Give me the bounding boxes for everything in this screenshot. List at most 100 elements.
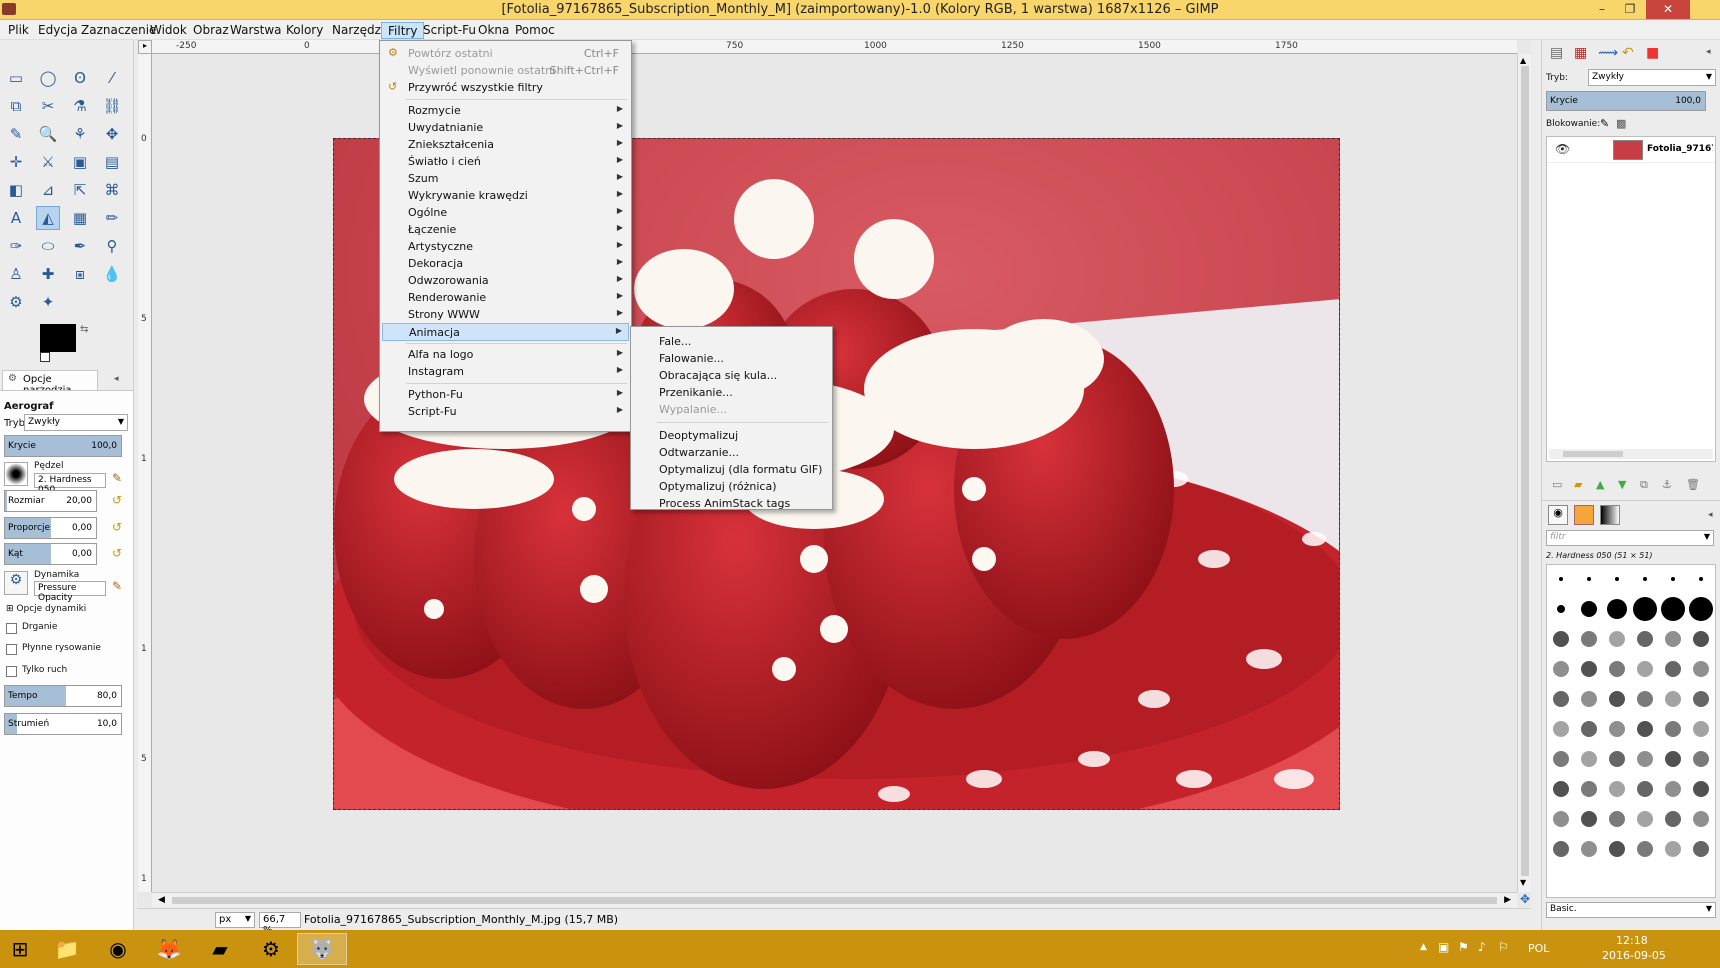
brush-thumbnail[interactable]: [1637, 631, 1653, 647]
close-button[interactable]: ✕: [1646, 0, 1690, 19]
delete-layer-icon[interactable]: 🗑: [1686, 478, 1700, 491]
tool-icon[interactable]: ♙: [4, 262, 28, 286]
brush-filter-input[interactable]: filtr ▼: [1546, 530, 1714, 546]
dynamics-options-expander[interactable]: ⊞ Opcje dynamiki: [6, 604, 86, 614]
tool-icon[interactable]: ✑: [4, 234, 28, 258]
tool-icon[interactable]: ⇱: [68, 178, 92, 202]
anim-item-optymalizuj-dla-formatu-gif[interactable]: Optymalizuj (dla formatu GIF): [633, 461, 830, 479]
brush-thumbnail[interactable]: [1581, 841, 1597, 857]
tool-icon[interactable]: ◯: [36, 66, 60, 90]
tool-icon[interactable]: ⚙: [4, 290, 28, 314]
unit-select[interactable]: px ▼: [215, 912, 255, 928]
scroll-left-icon[interactable]: ◀: [158, 895, 165, 905]
brush-thumbnail[interactable]: [1609, 661, 1625, 677]
vertical-scroll-thumb[interactable]: [1521, 66, 1529, 876]
layers-list[interactable]: 👁 Fotolia_9716786: [1546, 136, 1716, 462]
tool-icon[interactable]: ⚘: [68, 122, 92, 146]
eye-icon[interactable]: 👁: [1555, 142, 1570, 156]
brush-thumbnail[interactable]: [1633, 597, 1657, 621]
language-indicator[interactable]: POL: [1528, 942, 1549, 955]
filters-item-alfa-na-logo[interactable]: Alfa na logo ▶: [382, 346, 629, 364]
brush-thumbnail[interactable]: [1553, 781, 1569, 797]
maximize-button[interactable]: ❐: [1616, 0, 1644, 19]
background-color-swatch[interactable]: [40, 352, 50, 362]
brush-thumbnail[interactable]: [1665, 841, 1681, 857]
clock-time[interactable]: 12:18: [1616, 934, 1648, 947]
lower-layer-icon[interactable]: ▼: [1618, 478, 1626, 491]
configure-tab-icon[interactable]: ◂: [1708, 510, 1713, 520]
tool-icon[interactable]: ▣: [68, 150, 92, 174]
brush-thumbnail[interactable]: [1693, 721, 1709, 737]
brush-thumbnail[interactable]: [1559, 577, 1563, 581]
taskbar-app-icon[interactable]: 📁: [42, 933, 92, 965]
brush-thumbnail[interactable]: [1693, 811, 1709, 827]
tool-icon[interactable]: ✂: [36, 94, 60, 118]
brush-thumbnail[interactable]: [1587, 577, 1591, 581]
brush-thumbnail[interactable]: [1609, 841, 1625, 857]
duplicate-layer-icon[interactable]: ⧉: [1640, 478, 1648, 492]
anim-item-odtwarzanie[interactable]: Odtwarzanie...: [633, 444, 830, 462]
filters-item-wyswietl-ponownie-ostatni[interactable]: Wyświetl ponownie ostatni Shift+Ctrl+F: [382, 62, 629, 80]
raise-layer-icon[interactable]: ▲: [1596, 478, 1604, 491]
smooth-stroke-checkbox[interactable]: [6, 644, 17, 655]
filters-item-animacja[interactable]: Animacja ▶: [382, 323, 629, 341]
lock-alpha-icon[interactable]: ▩: [1616, 117, 1626, 130]
menu-warstwa[interactable]: Warstwa: [224, 22, 288, 39]
tool-icon[interactable]: ✛: [4, 150, 28, 174]
anim-item-fale[interactable]: Fale...: [633, 333, 830, 351]
filters-item-ogolne[interactable]: Ogólne ▶: [382, 204, 629, 222]
filters-item-uwydatnianie[interactable]: Uwydatnianie ▶: [382, 119, 629, 137]
tool-icon[interactable]: ✒: [68, 234, 92, 258]
filters-item-strony-www[interactable]: Strony WWW ▶: [382, 306, 629, 324]
tool-icon[interactable]: ⧉: [4, 94, 28, 118]
brush-thumbnail[interactable]: [1553, 811, 1569, 827]
navigate-icon[interactable]: ✥: [1518, 892, 1532, 907]
volume-icon[interactable]: ♪: [1478, 940, 1486, 954]
brush-thumbnail[interactable]: [1671, 577, 1675, 581]
aspect-ratio-slider[interactable]: Proporcje 0,00: [4, 517, 97, 539]
new-layer-group-icon[interactable]: ▰: [1574, 478, 1582, 491]
tool-icon[interactable]: ⊿: [36, 178, 60, 202]
anim-item-obracajaca-sie-kula[interactable]: Obracająca się kula...: [633, 367, 830, 385]
edit-brush-icon[interactable]: ✎: [112, 471, 122, 485]
layer-name[interactable]: Fotolia_9716786: [1647, 144, 1713, 154]
filters-item-script-fu[interactable]: Script-Fu ▶: [382, 403, 629, 421]
zoom-select[interactable]: 66,7 %: [259, 912, 301, 936]
gradients-tab-icon[interactable]: [1600, 505, 1620, 525]
brush-thumbnail[interactable]: [1693, 781, 1709, 797]
brush-thumbnail[interactable]: [1693, 661, 1709, 677]
brush-thumbnail[interactable]: [1665, 781, 1681, 797]
layers-tab-icon[interactable]: ▤: [1550, 45, 1563, 61]
action-center-icon[interactable]: ⚐: [1498, 940, 1509, 954]
taskbar-app-icon[interactable]: 🐺: [297, 933, 347, 965]
brush-thumbnail[interactable]: [1581, 661, 1597, 677]
brush-thumbnail[interactable]: [1581, 811, 1597, 827]
tool-icon[interactable]: ⬭: [36, 234, 60, 258]
anim-item-falowanie[interactable]: Falowanie...: [633, 350, 830, 368]
brush-thumbnail[interactable]: [1693, 631, 1709, 647]
tool-icon[interactable]: ◧: [4, 178, 28, 202]
filters-item-przywroc-wszystkie-filtry[interactable]: Przywróć wszystkie filtry ↺: [382, 79, 629, 97]
brush-thumbnail[interactable]: [1665, 751, 1681, 767]
taskbar-app-icon[interactable]: ⚙: [246, 933, 296, 965]
tool-icon[interactable]: ⁄: [100, 66, 124, 90]
jitter-checkbox[interactable]: [6, 623, 17, 634]
brush-name-field[interactable]: 2. Hardness 050: [34, 473, 106, 495]
flow-slider[interactable]: Strumień 10,0: [4, 713, 122, 735]
tool-icon[interactable]: ⚲: [100, 234, 124, 258]
anchor-layer-icon[interactable]: ⚓: [1662, 478, 1672, 491]
tool-icon[interactable]: ⌘: [100, 178, 124, 202]
dynamics-name-field[interactable]: Pressure Opacity: [34, 581, 106, 603]
scroll-right-icon[interactable]: ▶: [1504, 895, 1511, 905]
opacity-slider[interactable]: Krycie 100,0: [4, 435, 122, 457]
layers-scroll-thumb[interactable]: [1563, 451, 1623, 457]
angle-slider[interactable]: Kąt 0,00: [4, 543, 97, 565]
brush-thumbnail[interactable]: [1581, 691, 1597, 707]
filters-item-wykrywanie-krawedzi[interactable]: Wykrywanie krawędzi ▶: [382, 187, 629, 205]
tool-icon[interactable]: ▤: [100, 150, 124, 174]
reset-aspect-icon[interactable]: ↺: [112, 520, 122, 534]
filters-item-rozmycie[interactable]: Rozmycie ▶: [382, 102, 629, 120]
clock-date[interactable]: 2016-09-05: [1602, 949, 1666, 962]
tool-icon[interactable]: ▭: [4, 66, 28, 90]
brush-thumbnail[interactable]: [1609, 811, 1625, 827]
